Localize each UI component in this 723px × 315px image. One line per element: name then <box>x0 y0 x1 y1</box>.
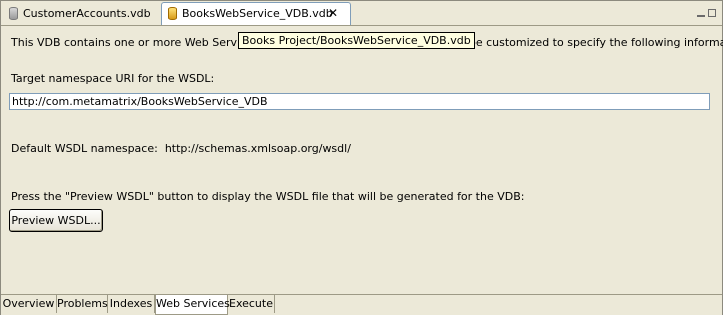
tab-problems[interactable]: Problems <box>57 295 108 313</box>
namespace-label: Target namespace URI for the WSDL: <box>11 72 215 85</box>
vdb-file-icon <box>168 7 177 20</box>
default-namespace-label: Default WSDL namespace: <box>11 142 158 155</box>
minimize-icon[interactable] <box>697 10 705 17</box>
editor-tab-bar: CustomerAccounts.vdb BooksWebService_VDB… <box>1 1 722 26</box>
tab-execute[interactable]: Execute <box>228 295 275 313</box>
tab-web-services[interactable]: Web Services <box>155 295 230 315</box>
tab-indexes[interactable]: Indexes <box>108 295 155 313</box>
window-controls <box>694 7 716 20</box>
tab-books-webservice[interactable]: BooksWebService_VDB.vdb ✕ <box>161 2 351 25</box>
default-namespace-value: http://schemas.xmlsoap.org/wsdl/ <box>164 142 351 155</box>
default-namespace-row: Default WSDL namespace: http://schemas.x… <box>11 142 351 155</box>
tab-label: CustomerAccounts.vdb <box>23 7 151 20</box>
vdb-file-icon <box>9 7 18 20</box>
preview-hint: Press the "Preview WSDL" button to displ… <box>11 190 525 203</box>
close-icon[interactable]: ✕ <box>328 3 338 24</box>
tab-label: BooksWebService_VDB.vdb <box>182 7 333 20</box>
web-services-panel: This VDB contains one or more Web Servic… <box>1 26 723 294</box>
editor-frame: CustomerAccounts.vdb BooksWebService_VDB… <box>0 0 723 315</box>
intro-text-end: be customized to specify the following i… <box>468 36 723 49</box>
tab-path-tooltip: Books Project/BooksWebService_VDB.vdb <box>238 32 475 49</box>
page-tab-bar: Overview Problems Indexes Web Services E… <box>1 294 722 315</box>
target-namespace-input[interactable] <box>9 93 710 110</box>
tab-customer-accounts[interactable]: CustomerAccounts.vdb <box>3 3 161 24</box>
tab-overview[interactable]: Overview <box>1 295 57 313</box>
maximize-icon[interactable] <box>708 9 716 17</box>
preview-wsdl-button[interactable]: Preview WSDL... <box>9 209 103 232</box>
